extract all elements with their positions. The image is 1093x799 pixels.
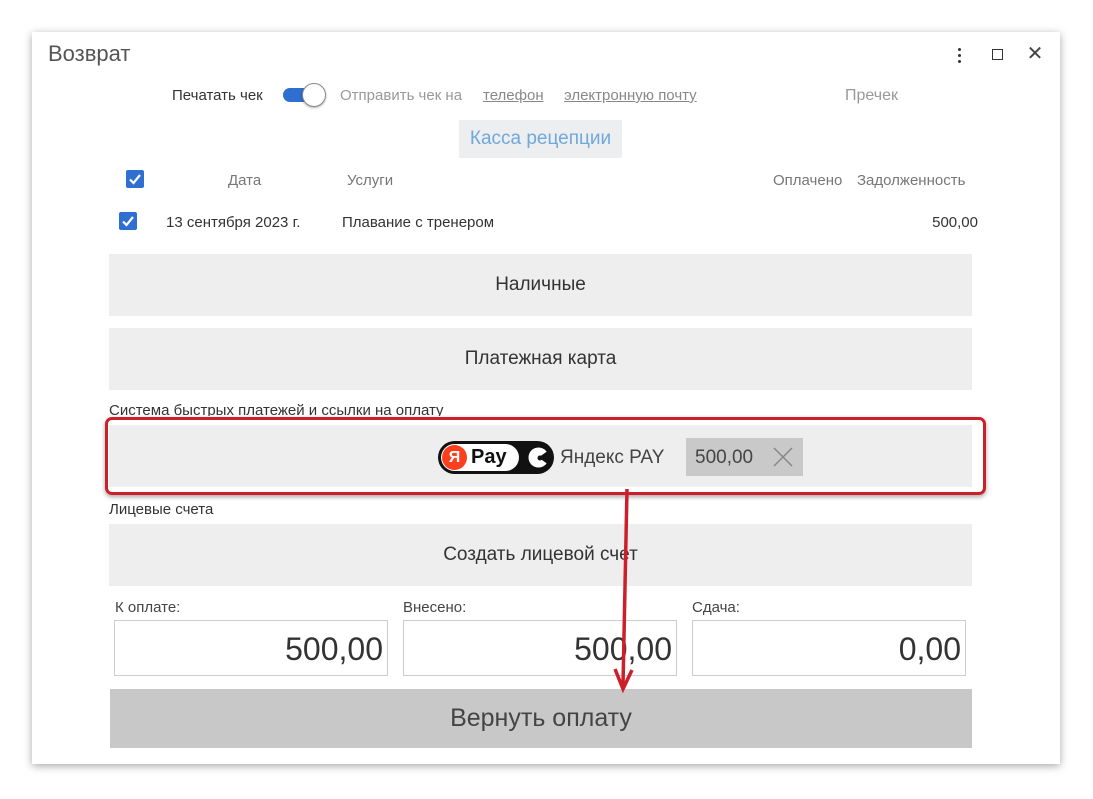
close-icon[interactable]: ✕ [1023, 42, 1047, 66]
print-receipt-label: Печатать чек [172, 87, 263, 104]
print-receipt-toggle[interactable] [283, 83, 326, 107]
send-to-phone-link[interactable]: телефон [483, 87, 544, 104]
more-options-icon[interactable] [947, 42, 971, 66]
yandex-pay-label: Яндекс PAY [560, 447, 665, 468]
column-header-paid: Оплачено [773, 172, 843, 189]
annotation-arrow-icon [613, 488, 634, 694]
maximize-icon[interactable] [985, 42, 1009, 66]
dialog-title: Возврат [48, 41, 131, 66]
row-debt: 500,00 [932, 214, 978, 231]
refund-payment-button[interactable]: Вернуть оплату [110, 689, 972, 748]
precheck-button[interactable]: Пречек [845, 87, 898, 105]
column-header-services: Услуги [347, 172, 394, 189]
yandex-logo-pay: Pay [471, 446, 507, 468]
cash-button[interactable]: Наличные [109, 254, 972, 316]
yandex-pay-mark-icon [528, 447, 549, 468]
amount-due-field[interactable]: 500,00 [114, 620, 388, 676]
row-service: Плавание с тренером [342, 214, 495, 231]
column-header-debt: Задолженность [857, 172, 966, 189]
remove-amount-icon[interactable] [772, 446, 794, 468]
row-date: 13 сентября 2023 г. [166, 214, 301, 231]
yandex-pay-amount-chip[interactable]: 500,00 [686, 438, 803, 476]
amount-paid-label: Внесено: [403, 599, 467, 616]
column-header-date: Дата [228, 172, 262, 189]
yandex-pay-logo: Я Pay [438, 441, 554, 474]
sbp-section-label: Система быстрых платежей и ссылки на опл… [109, 402, 444, 416]
yandex-pay-amount: 500,00 [695, 447, 754, 468]
create-account-button[interactable]: Создать лицевой счет [109, 524, 972, 586]
row-checkbox[interactable] [119, 212, 137, 230]
send-receipt-label: Отправить чек на [340, 87, 463, 104]
amount-due-label: К оплате: [115, 599, 181, 616]
accounts-section-label: Лицевые счета [109, 501, 214, 518]
payment-card-button[interactable]: Платежная карта [109, 328, 972, 390]
change-field[interactable]: 0,00 [692, 620, 966, 676]
send-to-email-link[interactable]: электронную почту [564, 87, 697, 104]
refund-dialog: Возврат ✕ Печатать чек Отправить чек на … [32, 32, 1060, 764]
yandex-logo-letter: Я [442, 445, 467, 470]
cash-register-button[interactable]: Касса рецепции [459, 120, 622, 158]
change-label: Сдача: [692, 599, 740, 616]
select-all-checkbox[interactable] [126, 170, 144, 188]
